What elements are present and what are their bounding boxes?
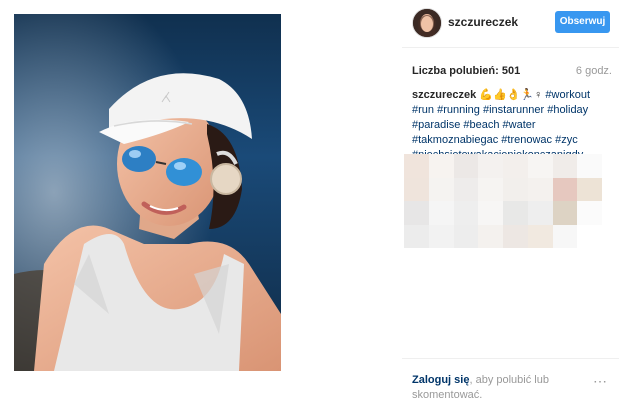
username[interactable]: szczureczek <box>448 15 518 29</box>
post-photo[interactable] <box>14 14 281 371</box>
caption-emoji: 💪👍👌🏃♀ <box>479 89 543 101</box>
hashtag[interactable]: #water <box>503 119 536 131</box>
hashtag[interactable]: #trenowac <box>501 134 552 146</box>
post-time[interactable]: 6 godz. <box>576 65 612 77</box>
likes-label: Liczba polubień: <box>412 65 499 77</box>
hashtag[interactable]: #paradise <box>412 119 460 131</box>
hashtag[interactable]: #running <box>437 104 480 116</box>
pixelated-comments <box>404 154 602 248</box>
follow-button[interactable]: Obserwuj <box>555 11 610 33</box>
caption-username[interactable]: szczureczek <box>412 89 476 101</box>
avatar[interactable] <box>412 8 442 38</box>
hashtag[interactable]: #takmoznabiegac <box>412 134 498 146</box>
more-options-icon[interactable]: ⋯ <box>593 373 608 390</box>
post-sidebar: szczureczek Obserwuj Liczba polubień: 50… <box>402 0 619 402</box>
post-header: szczureczek Obserwuj <box>402 0 619 48</box>
hashtag[interactable]: #run <box>412 104 434 116</box>
hashtag[interactable]: #beach <box>463 119 499 131</box>
login-prompt: Zaloguj się, aby polubić lub skomentować… <box>412 373 562 403</box>
post-footer: Zaloguj się, aby polubić lub skomentować… <box>402 358 619 403</box>
selfie-image <box>14 14 281 371</box>
hashtag[interactable]: #zyc <box>555 134 578 146</box>
hashtag[interactable]: #workout <box>545 89 590 101</box>
hashtag[interactable]: #instarunner <box>483 104 544 116</box>
caption: szczureczek 💪👍👌🏃♀ #workout #run #running… <box>412 88 612 163</box>
login-link[interactable]: Zaloguj się <box>412 374 469 386</box>
hashtag[interactable]: #holiday <box>547 104 588 116</box>
likes-count[interactable]: 501 <box>502 65 520 77</box>
